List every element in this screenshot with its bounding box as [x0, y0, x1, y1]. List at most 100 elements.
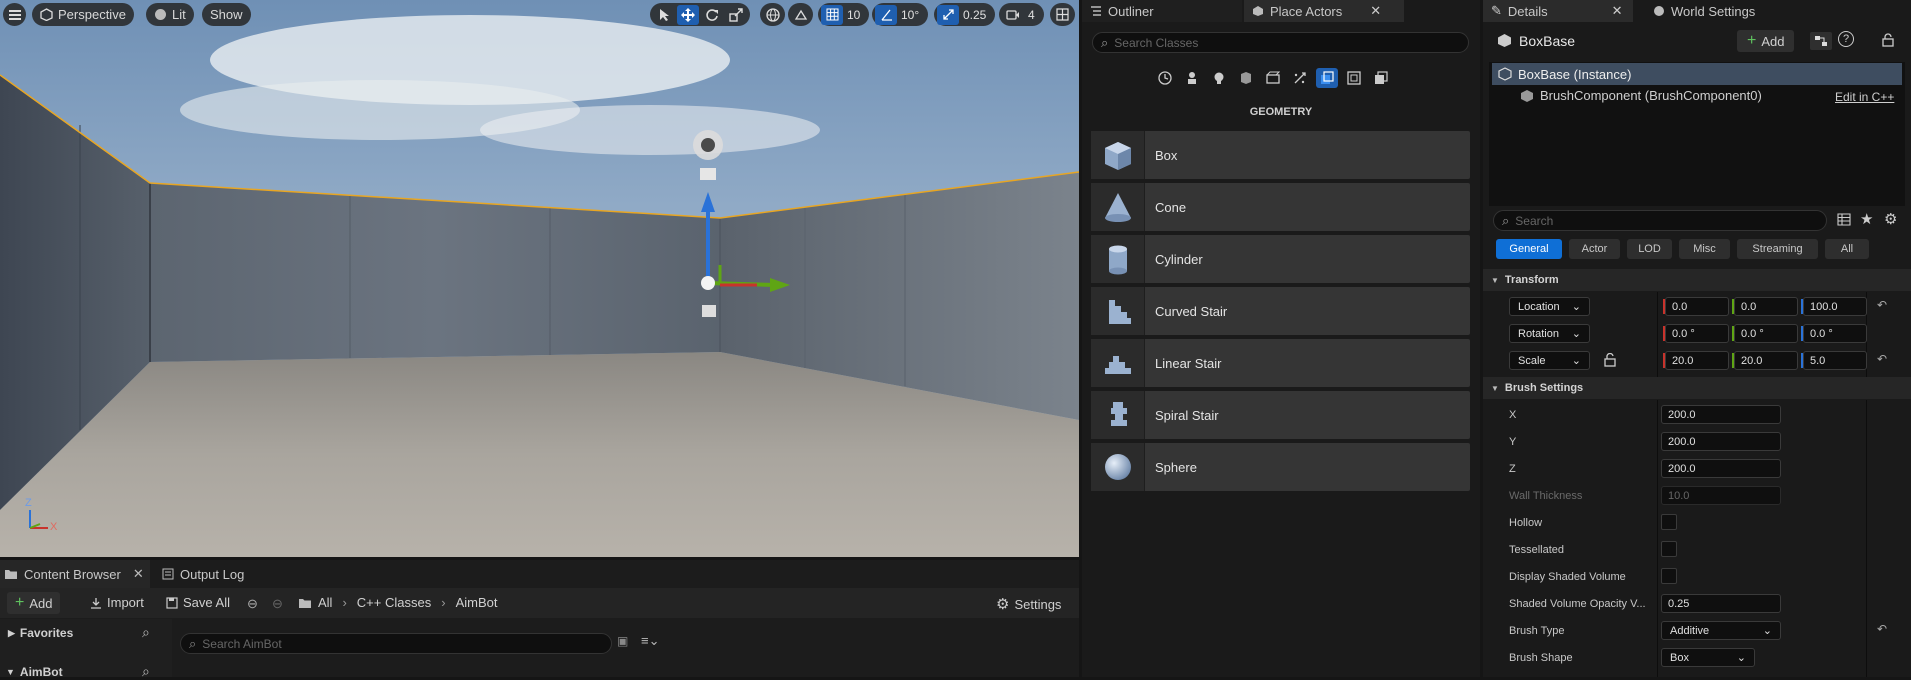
shapes-icon[interactable]	[1235, 68, 1257, 88]
coordinate-space-button[interactable]	[760, 3, 785, 26]
save-all-button[interactable]: Save All	[166, 595, 230, 610]
rotate-tool-button[interactable]	[701, 5, 723, 25]
recent-icon[interactable]	[1154, 68, 1176, 88]
display-shaded-volume-checkbox[interactable]	[1661, 568, 1677, 584]
brush-z-field[interactable]: 200.0	[1661, 459, 1781, 478]
scale-y-field[interactable]: 20.0	[1734, 351, 1798, 370]
scale-snap-value[interactable]: 0.25	[961, 8, 992, 22]
filter-actor[interactable]: Actor	[1569, 239, 1620, 259]
tab-place-actors[interactable]: Place Actors ✕	[1244, 0, 1404, 22]
unlock-icon[interactable]	[1604, 353, 1616, 367]
reset-arrow-icon[interactable]: ↶	[1877, 622, 1887, 636]
add-component-button[interactable]: + Add	[1737, 30, 1795, 52]
brush-type-dropdown[interactable]: Additive ⌄	[1661, 621, 1781, 640]
filter-lod[interactable]: LOD	[1627, 239, 1672, 259]
surface-snap-button[interactable]	[788, 3, 813, 26]
close-icon[interactable]: ✕	[1612, 3, 1623, 19]
grid-snap-toggle[interactable]	[821, 4, 843, 25]
scale-z-field[interactable]: 5.0	[1803, 351, 1867, 370]
actor-item-cylinder[interactable]: Cylinder	[1091, 235, 1470, 283]
lights-icon[interactable]	[1208, 68, 1230, 88]
tab-world-settings[interactable]: World Settings	[1649, 0, 1809, 22]
close-icon[interactable]: ✕	[1370, 3, 1381, 19]
tab-output-log[interactable]: Output Log	[156, 560, 266, 588]
actor-item-spiral-stair[interactable]: Spiral Stair	[1091, 391, 1470, 439]
filter-icon[interactable]: ≡⌄	[641, 633, 659, 649]
basic-icon[interactable]	[1181, 68, 1203, 88]
rotation-snap-value[interactable]: 10°	[899, 8, 925, 22]
close-icon[interactable]: ✕	[133, 566, 144, 582]
actor-item-linear-stair[interactable]: Linear Stair	[1091, 339, 1470, 387]
property-search-input[interactable]: ⌕ Search	[1493, 210, 1827, 231]
scale-snap-group[interactable]: 0.25	[934, 3, 996, 26]
blueprint-button[interactable]	[1810, 32, 1832, 50]
all-classes-icon[interactable]	[1370, 68, 1392, 88]
filter-all[interactable]: All	[1825, 239, 1869, 259]
asset-search-input[interactable]: ⌕ Search AimBot	[180, 633, 612, 654]
reset-arrow-icon[interactable]: ↶	[1877, 352, 1887, 366]
rotation-snap-toggle[interactable]	[875, 4, 897, 25]
perspective-button[interactable]: Perspective	[32, 3, 134, 26]
rotation-x-field[interactable]: 0.0 °	[1665, 324, 1729, 343]
location-x-field[interactable]: 0.0	[1665, 297, 1729, 316]
translate-tool-button[interactable]	[677, 4, 699, 25]
help-icon[interactable]: ?	[1838, 31, 1854, 47]
import-button[interactable]: Import	[90, 595, 144, 610]
lock-icon[interactable]	[1882, 33, 1894, 47]
brush-settings-header[interactable]: ▼ Brush Settings	[1483, 377, 1911, 399]
filter-streaming[interactable]: Streaming	[1737, 239, 1818, 259]
add-button[interactable]: + Add	[7, 592, 61, 614]
rotation-y-field[interactable]: 0.0 °	[1734, 324, 1798, 343]
settings-button[interactable]: ⚙ Settings	[996, 595, 1061, 613]
grid-snap-group[interactable]: 10	[818, 3, 870, 26]
table-view-icon[interactable]	[1837, 213, 1851, 226]
rotation-dropdown[interactable]: Rotation ⌄	[1509, 324, 1590, 343]
breadcrumb-cpp-classes[interactable]: C++ Classes	[357, 595, 431, 610]
level-viewport[interactable]: Z X Perspective Lit Show 10 10° 0.25 4	[0, 0, 1079, 557]
tab-content-browser[interactable]: Content Browser ✕	[0, 560, 150, 588]
favorites-header[interactable]: ▶ Favorites	[8, 626, 73, 640]
actor-item-box[interactable]: Box	[1091, 131, 1470, 179]
breadcrumb-aimbot[interactable]: AimBot	[456, 595, 498, 610]
tree-item-brush-component[interactable]: BrushComponent (BrushComponent0)	[1520, 88, 1762, 103]
show-button[interactable]: Show	[202, 3, 251, 26]
geometry-icon[interactable]	[1316, 68, 1338, 88]
star-icon[interactable]: ★	[1860, 210, 1873, 228]
scale-x-field[interactable]: 20.0	[1665, 351, 1729, 370]
breadcrumb-all[interactable]: All	[318, 595, 332, 610]
actor-item-sphere[interactable]: Sphere	[1091, 443, 1470, 491]
transform-header[interactable]: ▼ Transform	[1483, 269, 1911, 291]
history-back-button[interactable]: ⊖	[247, 596, 258, 612]
actor-name[interactable]: BoxBase	[1519, 33, 1575, 49]
rotation-snap-group[interactable]: 10°	[872, 3, 929, 26]
cinematic-icon[interactable]	[1262, 68, 1284, 88]
hollow-checkbox[interactable]	[1661, 514, 1677, 530]
camera-speed-value[interactable]: 4	[1026, 8, 1041, 22]
shaded-volume-opacity-field[interactable]: 0.25	[1661, 594, 1781, 613]
reset-arrow-icon[interactable]: ↶	[1877, 298, 1887, 312]
filter-misc[interactable]: Misc	[1679, 239, 1730, 259]
edit-in-cpp-link[interactable]: Edit in C++	[1835, 90, 1894, 104]
gear-icon[interactable]: ⚙	[1884, 210, 1897, 228]
brush-y-field[interactable]: 200.0	[1661, 432, 1781, 451]
actor-item-cone[interactable]: Cone	[1091, 183, 1470, 231]
history-forward-button[interactable]: ⊖	[272, 596, 283, 612]
scale-tool-button[interactable]	[725, 5, 747, 25]
brush-x-field[interactable]: 200.0	[1661, 405, 1781, 424]
layout-button[interactable]	[1050, 3, 1075, 26]
tessellated-checkbox[interactable]	[1661, 541, 1677, 557]
select-tool-button[interactable]	[653, 5, 675, 25]
search-icon[interactable]: ⌕	[142, 624, 150, 641]
scale-snap-toggle[interactable]	[937, 4, 959, 25]
volumes-icon[interactable]	[1343, 68, 1365, 88]
location-y-field[interactable]: 0.0	[1734, 297, 1798, 316]
camera-speed-toggle[interactable]	[1002, 5, 1024, 25]
viewport-menu-button[interactable]	[3, 3, 26, 26]
scale-dropdown[interactable]: Scale ⌄	[1509, 351, 1590, 370]
tab-outliner[interactable]: Outliner	[1082, 0, 1242, 22]
camera-speed-group[interactable]: 4	[999, 3, 1044, 26]
search-icon[interactable]: ⌕	[142, 663, 150, 680]
actor-item-curved-stair[interactable]: Curved Stair	[1091, 287, 1470, 335]
save-search-icon[interactable]: ▣	[617, 634, 628, 648]
class-search-input[interactable]: ⌕ Search Classes	[1092, 32, 1469, 53]
